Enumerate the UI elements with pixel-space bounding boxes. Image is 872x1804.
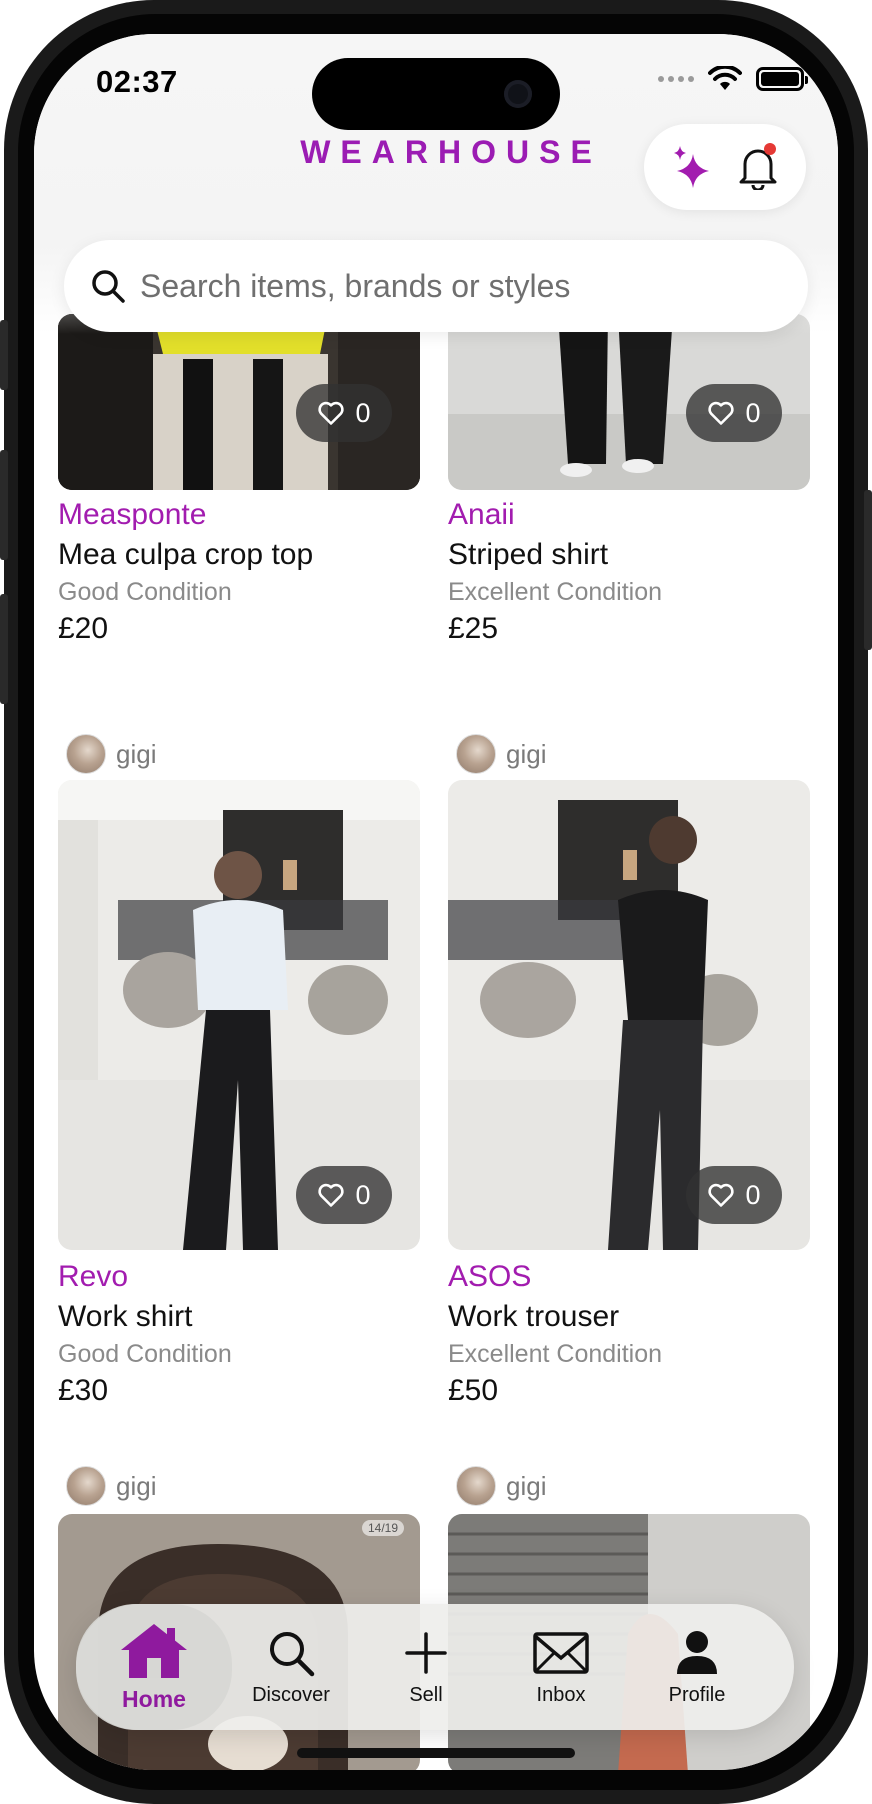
- seller-name: gigi: [506, 738, 547, 769]
- listing-title: Striped shirt: [448, 538, 609, 571]
- volume-up-button: [0, 450, 8, 560]
- listing-title: Work trouser: [448, 1300, 620, 1333]
- avatar: [66, 734, 106, 774]
- listing-title: Work shirt: [58, 1300, 193, 1333]
- camera-icon: [504, 80, 532, 108]
- search-bar[interactable]: [64, 240, 808, 332]
- notification-dot: [763, 143, 776, 155]
- heart-icon: [708, 401, 735, 425]
- seller-name: gigi: [116, 1470, 157, 1501]
- listing-condition: Excellent Condition: [448, 1340, 663, 1368]
- home-indicator: [297, 1748, 575, 1758]
- avatar: [456, 1466, 496, 1506]
- power-button: [864, 490, 872, 650]
- listing-price: £50: [448, 1374, 499, 1407]
- listing-card[interactable]: 0 Anaii Striped shirt Excellent Conditio…: [448, 314, 810, 645]
- status-time: 02:37: [96, 64, 178, 99]
- wifi-icon: [708, 66, 742, 90]
- listing-card[interactable]: gigi 0: [448, 734, 810, 1434]
- listing-brand[interactable]: Measponte: [58, 498, 206, 532]
- ai-sparkle-button[interactable]: [671, 145, 715, 189]
- listing-condition: Excellent Condition: [448, 578, 663, 606]
- tab-label: Inbox: [536, 1683, 586, 1706]
- seller-name: gigi: [116, 738, 157, 769]
- seller-info[interactable]: gigi: [456, 734, 546, 774]
- action-button: [0, 320, 8, 390]
- app-screen: 0 Measponte Mea culpa crop top Good Cond…: [34, 34, 838, 1770]
- seller-name: gigi: [506, 1470, 547, 1501]
- listing-photo[interactable]: 0: [448, 314, 810, 490]
- tab-sell[interactable]: Sell: [366, 1604, 486, 1730]
- listing-photo[interactable]: 0: [448, 780, 810, 1250]
- avatar: [66, 1466, 106, 1506]
- like-count: 0: [745, 397, 761, 428]
- search-icon: [270, 1631, 315, 1676]
- seller-info[interactable]: gigi: [66, 1466, 156, 1506]
- listing-photo[interactable]: 0: [58, 780, 420, 1250]
- listing-photo[interactable]: 0: [58, 314, 420, 490]
- signal-icon: [658, 76, 694, 82]
- like-button[interactable]: 0: [296, 1166, 392, 1224]
- tab-profile[interactable]: Profile: [636, 1604, 758, 1730]
- plus-icon: [405, 1631, 447, 1674]
- listing-card[interactable]: 0 Measponte Mea culpa crop top Good Cond…: [58, 314, 420, 645]
- dynamic-island: [312, 58, 560, 130]
- sparkle-icon: [673, 146, 709, 188]
- listing-card[interactable]: gigi 0: [58, 734, 420, 1434]
- like-count: 0: [355, 1179, 371, 1210]
- battery-icon: [756, 67, 808, 91]
- like-count: 0: [745, 1179, 761, 1210]
- tab-label: Profile: [668, 1683, 726, 1706]
- listing-price: £25: [448, 612, 499, 645]
- mail-icon: [533, 1631, 589, 1674]
- seller-info[interactable]: gigi: [66, 734, 156, 774]
- heart-icon: [318, 401, 345, 425]
- listing-title: Mea culpa crop top: [58, 538, 314, 571]
- like-button[interactable]: 0: [686, 1166, 782, 1224]
- like-count: 0: [355, 397, 371, 428]
- tab-discover[interactable]: Discover: [226, 1604, 356, 1730]
- listing-condition: Good Condition: [58, 1340, 232, 1368]
- header-actions: [644, 124, 806, 210]
- listing-brand[interactable]: Anaii: [448, 498, 515, 532]
- like-button[interactable]: 0: [296, 384, 392, 442]
- listing-brand[interactable]: Revo: [58, 1260, 128, 1294]
- bottom-tab-bar: Home Discover Sell Inbox Profile: [76, 1604, 794, 1730]
- listing-price: £30: [58, 1374, 109, 1407]
- photo-count-badge: 14/19: [361, 1520, 404, 1536]
- volume-down-button: [0, 594, 8, 704]
- listing-condition: Good Condition: [58, 578, 232, 606]
- seller-info[interactable]: gigi: [456, 1466, 546, 1506]
- tab-label: Sell: [409, 1683, 443, 1706]
- listing-brand[interactable]: ASOS: [448, 1260, 531, 1294]
- search-input[interactable]: [140, 267, 760, 305]
- status-icons: [658, 66, 808, 92]
- tab-label: Home: [122, 1685, 186, 1712]
- search-icon: [92, 270, 125, 303]
- tab-home[interactable]: Home: [76, 1604, 232, 1730]
- tab-label: Discover: [252, 1683, 330, 1706]
- person-icon: [677, 1630, 717, 1674]
- avatar: [456, 734, 496, 774]
- notifications-button[interactable]: [736, 143, 780, 190]
- heart-icon: [318, 1183, 345, 1207]
- heart-icon: [708, 1183, 735, 1207]
- like-button[interactable]: 0: [686, 384, 782, 442]
- listing-price: £20: [58, 612, 109, 645]
- home-icon: [121, 1623, 187, 1678]
- tab-inbox[interactable]: Inbox: [501, 1604, 621, 1730]
